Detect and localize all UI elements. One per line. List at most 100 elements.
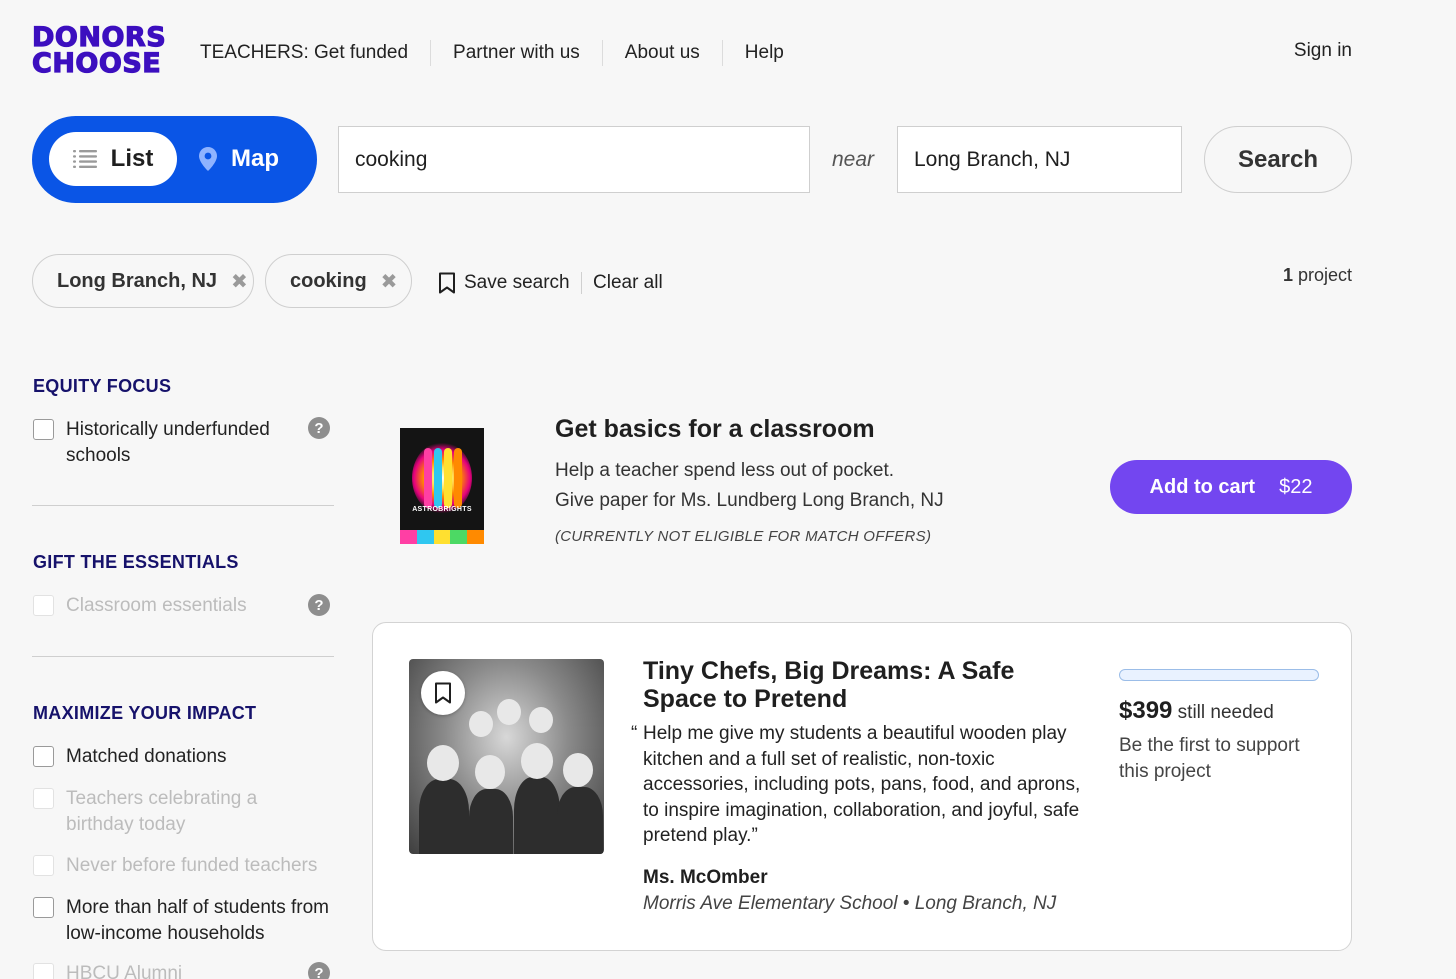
photo-face [475,755,505,789]
nav-divider [601,40,603,66]
photo-figure [514,777,560,854]
amount-needed-label: still needed [1177,702,1274,723]
checkbox [33,963,54,979]
list-icon [72,150,97,168]
filter-historically-underfunded[interactable]: Historically underfunded schools [33,417,333,469]
help-circle-icon[interactable]: ? [308,417,330,439]
filter-label: Teachers celebrating a birthday today [66,788,258,835]
photo-face [529,707,553,733]
close-icon[interactable]: ✖ [231,269,248,294]
help-circle-icon[interactable]: ? [308,594,330,616]
checkbox[interactable] [33,419,54,440]
checkbox[interactable] [33,897,54,918]
map-pin-icon [199,147,217,171]
checkbox [33,595,54,616]
save-search-button[interactable]: Save search [438,270,570,296]
photo-face [427,745,459,781]
donorschoose-logo[interactable]: DONORS CHOOSE [31,23,166,79]
section-title-equity-focus: EQUITY FOCUS [33,376,172,396]
school-location: Morris Ave Elementary School • Long Bran… [643,893,1057,914]
paper-stripes-graphic [423,448,463,508]
map-view-button[interactable]: Map [199,132,309,186]
section-title-maximize-your-impact: MAXIMIZE YOUR IMPACT [33,703,257,723]
divider [581,272,582,294]
checkbox [33,855,54,876]
near-label: near [832,148,875,171]
filter-label: Classroom essentials [66,595,247,616]
filter-classroom-essentials: Classroom essentials [33,593,333,619]
project-title[interactable]: Tiny Chefs, Big Dreams: A Safe Space to … [643,657,1073,713]
checkbox [33,788,54,809]
save-search-label: Save search [464,272,570,293]
result-count-number: 1 [1282,265,1293,285]
keyword-search-value: cooking [355,147,428,171]
checkbox[interactable] [33,746,54,767]
search-button[interactable]: Search [1204,126,1352,193]
add-to-cart-label: Add to cart [1149,475,1256,498]
list-view-button[interactable]: List [49,132,177,186]
bookmark-icon [435,682,451,704]
filter-label: Never before funded teachers [66,855,318,876]
add-to-cart-button[interactable]: Add to cart $22 [1110,460,1352,514]
logo-line-2: CHOOSE [31,48,162,79]
save-project-button[interactable] [421,671,465,715]
teacher-name[interactable]: Ms. McOmber [643,867,768,889]
section-divider [32,505,334,506]
filter-label: More than half of students from low-inco… [66,897,329,944]
filter-label: Historically underfunded schools [66,419,270,466]
amount-needed-value: $399 [1119,697,1173,724]
section-divider [32,656,334,657]
nav-divider [430,40,432,66]
location-value: Long Branch, NJ [914,147,1071,171]
project-quote-text: Help me give my students a beautiful woo… [643,723,1081,846]
bookmark-icon [439,272,455,294]
result-count-label: project [1297,265,1352,285]
promo-note: (CURRENTLY NOT ELIGIBLE FOR MATCH OFFERS… [555,528,932,545]
paper-color-band [400,530,484,544]
sign-in-link[interactable]: Sign in [1294,40,1352,62]
clear-all-button[interactable]: Clear all [593,272,663,294]
help-circle-icon[interactable]: ? [308,962,330,979]
photo-figure [419,779,469,854]
top-nav: TEACHERS: Get funded Partner with us Abo… [200,40,784,66]
nav-partner-with-us[interactable]: Partner with us [453,42,580,64]
filter-chip-label: cooking [290,269,367,292]
filter-chip-keyword[interactable]: cooking ✖ [265,254,412,308]
nav-about-us[interactable]: About us [625,42,700,64]
photo-figure [557,787,603,854]
section-title-gift-the-essentials: GIFT THE ESSENTIALS [33,552,239,572]
filter-matched-donations[interactable]: Matched donations [33,744,333,770]
amount-needed: $399 still needed [1119,697,1274,725]
filter-label: Matched donations [66,746,227,767]
filter-hbcu-alumni: HBCU Alumni [33,961,333,979]
promo-line-1: Help a teacher spend less out of pocket. [555,460,895,481]
nav-teachers-get-funded[interactable]: TEACHERS: Get funded [200,42,408,64]
project-card[interactable]: Tiny Chefs, Big Dreams: A Safe Space to … [372,622,1352,951]
photo-face [497,699,521,725]
astrobrights-paper-image: ASTROBRIGHTS [400,428,484,544]
project-quote: “ Help me give my students a beautiful w… [631,721,1093,849]
filter-never-funded-teachers: Never before funded teachers [33,853,333,879]
photo-figure [469,789,513,854]
nav-help[interactable]: Help [745,42,784,64]
promo-line-2: Give paper for Ms. Lundberg Long Branch,… [555,490,944,511]
photo-face [563,753,593,787]
list-view-label: List [110,145,154,172]
paper-brand-label: ASTROBRIGHTS [412,506,472,513]
filter-chip-label: Long Branch, NJ [57,269,218,292]
map-view-label: Map [231,145,279,172]
photo-face [521,743,553,779]
photo-face [469,711,493,737]
filter-label: HBCU Alumni [66,963,183,979]
location-input[interactable]: Long Branch, NJ [897,126,1182,193]
result-count: 1 project [1283,265,1352,286]
close-icon[interactable]: ✖ [381,269,398,294]
first-supporter-text: Be the first to support this project [1119,735,1300,782]
filter-low-income-households[interactable]: More than half of students from low-inco… [33,895,333,947]
filter-chip-location[interactable]: Long Branch, NJ ✖ [32,254,254,308]
add-to-cart-price: $22 [1279,475,1313,498]
nav-divider [721,40,723,66]
keyword-search-input[interactable]: cooking [338,126,810,193]
view-toggle: List Map [32,116,317,203]
project-photo[interactable] [409,659,604,854]
